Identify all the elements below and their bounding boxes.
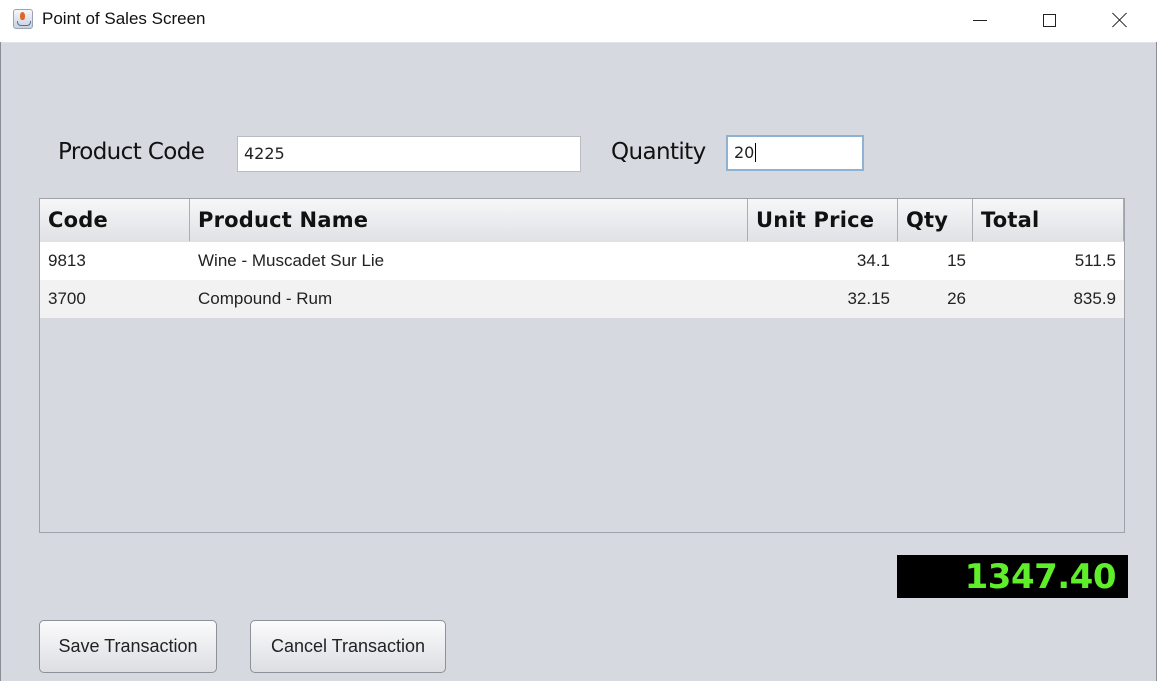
text-caret [755, 142, 757, 162]
cell-code: 3700 [48, 289, 86, 308]
quantity-input[interactable]: 20 [726, 135, 864, 171]
cell-product-name: Compound - Rum [198, 289, 333, 308]
column-header-qty[interactable]: Qty [898, 199, 973, 241]
cell-product-name: Wine - Muscadet Sur Lie [198, 251, 385, 270]
close-icon [1112, 12, 1128, 28]
cell-unit-price: 32.15 [847, 289, 890, 308]
cell-total: 835.9 [1073, 289, 1116, 308]
save-transaction-button[interactable]: Save Transaction [39, 620, 217, 673]
product-code-input[interactable]: 4225 [237, 136, 581, 172]
quantity-value: 20 [734, 143, 755, 162]
quantity-label: Quantity [611, 139, 706, 165]
product-code-value: 4225 [244, 144, 285, 163]
maximize-button[interactable] [1026, 0, 1072, 40]
cancel-transaction-button[interactable]: Cancel Transaction [250, 620, 446, 673]
grand-total-display: 1347.40 [897, 555, 1128, 598]
minimize-button[interactable] [957, 0, 1003, 40]
cell-unit-price: 34.1 [856, 251, 890, 270]
table-row[interactable]: 9813 Wine - Muscadet Sur Lie 34.1 15 511… [40, 242, 1124, 280]
title-bar: Point of Sales Screen [0, 0, 1157, 43]
column-header-product-name[interactable]: Product Name [190, 199, 748, 241]
cell-qty: 15 [947, 251, 966, 270]
items-table[interactable]: Code Product Name Unit Price Qty Total 9… [39, 198, 1125, 533]
cell-total: 511.5 [1074, 251, 1116, 270]
product-code-label: Product Code [58, 139, 205, 165]
table-row[interactable]: 3700 Compound - Rum 32.15 26 835.9 [40, 280, 1124, 318]
close-button[interactable] [1097, 0, 1143, 40]
maximize-icon [1042, 13, 1056, 27]
cell-qty: 26 [947, 289, 966, 308]
cell-code: 9813 [48, 251, 86, 270]
java-app-icon [13, 9, 33, 29]
window-border-left [0, 42, 1, 681]
column-header-unit-price[interactable]: Unit Price [748, 199, 898, 241]
window-title: Point of Sales Screen [42, 9, 206, 28]
column-header-total[interactable]: Total [973, 199, 1124, 241]
column-header-code[interactable]: Code [40, 199, 190, 241]
table-header: Code Product Name Unit Price Qty Total [40, 199, 1124, 243]
minimize-icon [973, 19, 987, 21]
